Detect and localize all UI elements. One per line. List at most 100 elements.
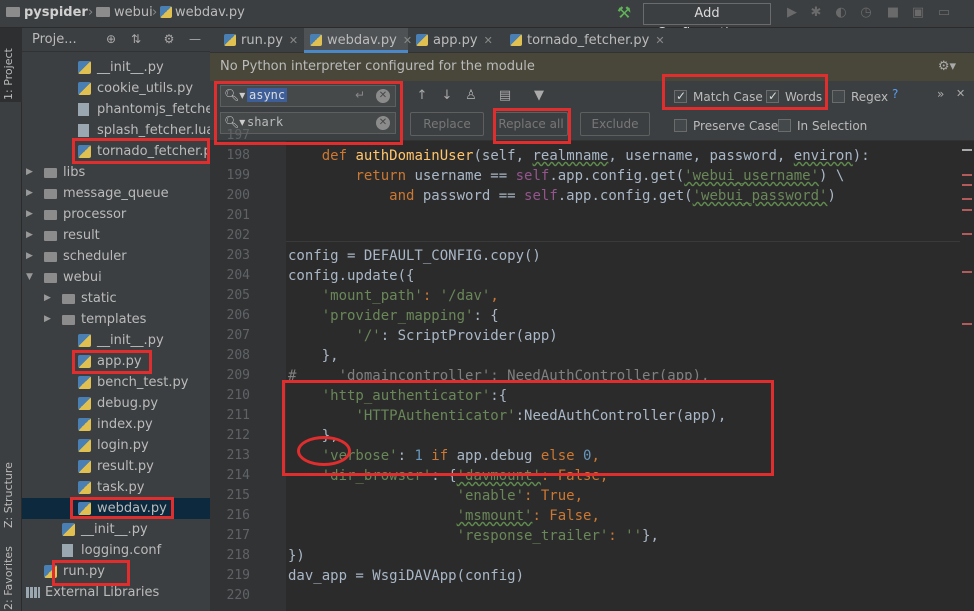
- chevron-right-icon[interactable]: ▶: [26, 225, 33, 246]
- chevron-down-icon[interactable]: ▼: [26, 267, 33, 288]
- chevron-right-icon[interactable]: ▶: [26, 204, 33, 225]
- tree-item[interactable]: bench_test.py: [22, 372, 210, 393]
- checkbox-checked-icon: [766, 88, 779, 104]
- code-line-218: }): [288, 548, 305, 564]
- clear-search-icon[interactable]: ✕: [376, 89, 390, 103]
- tree-item[interactable]: app.py: [22, 351, 210, 372]
- words-checkbox[interactable]: Words: [766, 88, 822, 107]
- tree-item[interactable]: login.py: [22, 435, 210, 456]
- add-configuration-button[interactable]: Add Configuration...: [643, 3, 771, 41]
- tree-item[interactable]: debug.py: [22, 393, 210, 414]
- expand-icon[interactable]: »: [937, 87, 944, 101]
- stripe-mark[interactable]: [962, 209, 972, 211]
- tree-item[interactable]: logging.conf: [22, 540, 210, 561]
- tree-item[interactable]: index.py: [22, 414, 210, 435]
- tab-tornado-fetcher-py[interactable]: tornado_fetcher.py ✕: [504, 28, 665, 53]
- tab-run-py[interactable]: run.py ✕: [218, 28, 304, 53]
- tree-item[interactable]: task.py: [22, 477, 210, 498]
- locate-icon[interactable]: ⊕: [104, 32, 118, 46]
- filter-icon[interactable]: ▼: [531, 88, 547, 104]
- stripe-mark[interactable]: [962, 271, 972, 273]
- project-panel-title[interactable]: Proje...: [32, 32, 77, 47]
- replace-all-button[interactable]: Replace all: [494, 112, 568, 136]
- search-input[interactable]: 🔍︎▾ async ↵ ✕: [220, 85, 396, 107]
- project-tool-tab[interactable]: 1: Project: [2, 48, 15, 100]
- collapse-all-icon[interactable]: ⇅: [129, 32, 143, 46]
- build-hammer-icon[interactable]: ⚒: [614, 3, 634, 23]
- stripe-mark[interactable]: [962, 323, 972, 325]
- layout-icon[interactable]: ▭: [936, 5, 952, 21]
- tree-item[interactable]: ▶ templates: [22, 309, 210, 330]
- hide-icon[interactable]: —: [188, 32, 202, 46]
- error-stripe[interactable]: [960, 141, 974, 611]
- gear-icon[interactable]: ⚙▾: [938, 53, 956, 81]
- run-icon[interactable]: ▶: [784, 5, 800, 21]
- tree-item[interactable]: ▶ static: [22, 288, 210, 309]
- find-all-icon[interactable]: ♙: [463, 88, 479, 104]
- tree-item[interactable]: External Libraries: [22, 582, 210, 603]
- tree-item[interactable]: ▼ webui: [22, 267, 210, 288]
- close-icon[interactable]: ✕: [289, 34, 298, 47]
- tab-app-py[interactable]: app.py ✕: [410, 28, 502, 53]
- file-icon: [62, 544, 73, 557]
- coverage-icon[interactable]: ◐: [833, 5, 849, 21]
- exclude-button[interactable]: Exclude: [580, 112, 650, 136]
- chevron-right-icon[interactable]: ▶: [26, 183, 33, 204]
- breadcrumb-file[interactable]: webdav.py: [160, 5, 245, 20]
- stripe-mark[interactable]: [962, 184, 972, 186]
- profile-icon[interactable]: ◷: [858, 5, 874, 21]
- regex-checkbox[interactable]: Regex: [832, 89, 888, 107]
- preserve-case-checkbox[interactable]: Preserve Case: [674, 118, 778, 136]
- tree-item[interactable]: tornado_fetcher.py: [22, 141, 210, 162]
- debug-icon[interactable]: ✱: [808, 5, 824, 21]
- newline-icon[interactable]: ↵: [355, 88, 365, 102]
- chevron-right-icon[interactable]: ▶: [44, 288, 51, 309]
- line-number: 206: [226, 308, 250, 323]
- search-icon[interactable]: 🔍︎▾: [224, 115, 245, 129]
- tree-item[interactable]: webdav.py: [22, 498, 210, 519]
- stop-all-icon[interactable]: ▣: [910, 5, 926, 21]
- tree-item[interactable]: ▶ message_queue: [22, 183, 210, 204]
- tree-item[interactable]: result.py: [22, 456, 210, 477]
- structure-tool-tab[interactable]: Z: Structure: [2, 462, 15, 528]
- next-occurrence-icon[interactable]: ↓: [439, 88, 455, 104]
- stripe-mark[interactable]: [962, 174, 972, 176]
- tab-webdav-py[interactable]: webdav.py ✕: [304, 28, 412, 53]
- stripe-mark[interactable]: [962, 149, 972, 151]
- select-all-occurrences-icon[interactable]: ▤: [497, 88, 513, 104]
- search-icon[interactable]: 🔍︎▾: [224, 88, 245, 102]
- tree-item[interactable]: ▶ libs: [22, 162, 210, 183]
- tree-item[interactable]: __init__.py: [22, 57, 210, 78]
- stripe-mark[interactable]: [962, 233, 972, 235]
- in-selection-checkbox[interactable]: In Selection: [778, 118, 867, 136]
- breadcrumb-project[interactable]: pyspider: [6, 5, 88, 20]
- tree-item[interactable]: ▶ scheduler: [22, 246, 210, 267]
- gear-icon[interactable]: ⚙: [162, 32, 176, 46]
- code-editor[interactable]: def authDomainUser(self, realmname, user…: [286, 141, 960, 611]
- tree-item[interactable]: splash_fetcher.lua: [22, 120, 210, 141]
- tree-item[interactable]: __init__.py: [22, 330, 210, 351]
- tree-item[interactable]: run.py: [22, 561, 210, 582]
- previous-occurrence-icon[interactable]: ↑: [414, 88, 430, 104]
- chevron-right-icon[interactable]: ▶: [26, 162, 33, 183]
- regex-help-icon[interactable]: ?: [892, 87, 898, 101]
- close-icon[interactable]: ✕: [484, 34, 493, 47]
- clear-replace-icon[interactable]: ✕: [376, 116, 390, 130]
- tree-item[interactable]: __init__.py: [22, 519, 210, 540]
- chevron-right-icon[interactable]: ▶: [44, 309, 51, 330]
- match-case-checkbox[interactable]: Match Case: [674, 88, 763, 107]
- tree-item[interactable]: cookie_utils.py: [22, 78, 210, 99]
- favorites-tool-tab[interactable]: 2: Favorites: [2, 546, 15, 610]
- breadcrumb-folder[interactable]: webui: [96, 5, 153, 20]
- stop-icon[interactable]: ■: [885, 5, 901, 21]
- tree-item[interactable]: ▶ processor: [22, 204, 210, 225]
- chevron-right-icon[interactable]: ▶: [26, 246, 33, 267]
- tree-item[interactable]: ▶ result: [22, 225, 210, 246]
- tree-item[interactable]: phantomjs_fetcher.j: [22, 99, 210, 120]
- line-number: 211: [226, 408, 250, 423]
- close-find-icon[interactable]: ✕: [956, 87, 965, 100]
- replace-button[interactable]: Replace: [410, 112, 484, 136]
- close-icon[interactable]: ✕: [655, 34, 664, 47]
- stripe-mark[interactable]: [962, 198, 972, 200]
- python-file-icon: [224, 34, 236, 46]
